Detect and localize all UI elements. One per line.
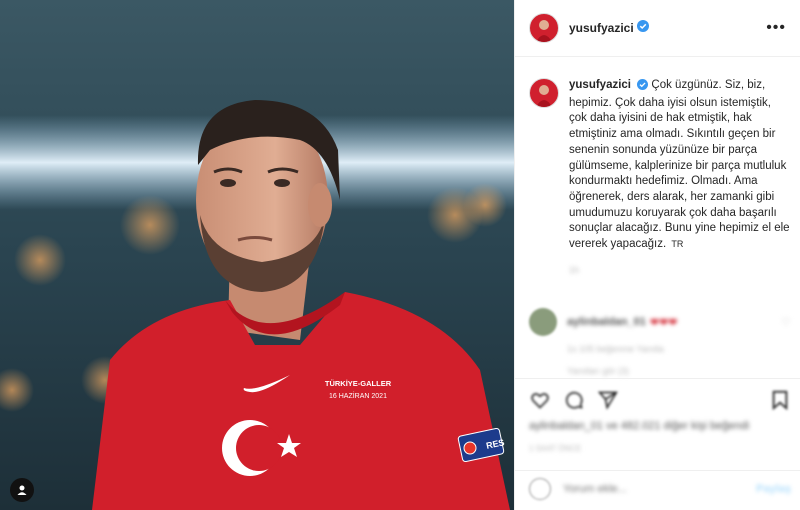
post-date: 1 SAAT ÖNCE [529, 444, 582, 453]
add-comment-input[interactable] [561, 482, 715, 496]
view-replies-link[interactable]: Yanıtları gör (3) [567, 366, 791, 376]
emoji-picker-icon[interactable] [529, 478, 551, 500]
post-image: TÜRKİYE-GALLER 16 HAZİRAN 2021 RES [0, 0, 514, 510]
bookmark-save-icon[interactable] [769, 389, 791, 411]
translate-badge[interactable]: TR [671, 239, 683, 249]
avatar[interactable] [529, 13, 559, 43]
comment-avatar[interactable] [529, 308, 557, 336]
caption-body: Çok üzgünüz. Siz, biz, hepimiz. Çok daha… [569, 79, 790, 251]
likes-count[interactable]: aylinbaldan_01 ve 482.021 diğer kişi beğ… [529, 420, 791, 432]
add-comment-bar: Paylaş [529, 476, 791, 502]
comment-meta[interactable]: 1s 105 beğenme Yanıtla [567, 344, 791, 354]
caption-timestamp: 1h [569, 264, 580, 275]
tagged-users-icon[interactable] [10, 478, 34, 502]
comment-text: ❤❤❤ [649, 316, 678, 329]
action-bar [529, 388, 791, 412]
divider [515, 378, 800, 379]
post-header: yusufyazici ••• [515, 0, 800, 57]
jersey-text-line1: TÜRKİYE-GALLER [325, 379, 392, 388]
caption-verified-icon [637, 79, 649, 96]
caption-username[interactable]: yusufyazici [569, 79, 631, 91]
header-username[interactable]: yusufyazici [569, 21, 634, 35]
verified-badge-icon [636, 19, 649, 37]
post-comment-button[interactable]: Paylaş [756, 483, 791, 495]
comment-username[interactable]: aylinbaldan_01 [567, 316, 646, 328]
post-sidebar: yusufyazici ••• yusufyazici Çok üzgünüz.… [514, 0, 800, 510]
post-caption: yusufyazici Çok üzgünüz. Siz, biz, hepim… [529, 78, 791, 278]
like-heart-icon[interactable] [529, 389, 551, 411]
divider [515, 470, 800, 471]
share-send-icon[interactable] [597, 389, 619, 411]
comment-like-icon[interactable]: ♡ [781, 316, 791, 329]
more-options-icon[interactable]: ••• [766, 19, 786, 37]
caption-avatar[interactable] [529, 78, 559, 108]
comment-bubble-icon[interactable] [563, 389, 585, 411]
jersey-text-line2: 16 HAZİRAN 2021 [329, 391, 387, 400]
post-photo[interactable]: TÜRKİYE-GALLER 16 HAZİRAN 2021 RES [0, 0, 514, 510]
comment-item: aylinbaldan_01 ❤❤❤ ♡ 1s 105 beğenme Yanı… [529, 308, 791, 376]
caption-text-block: yusufyazici Çok üzgünüz. Siz, biz, hepim… [569, 78, 791, 278]
